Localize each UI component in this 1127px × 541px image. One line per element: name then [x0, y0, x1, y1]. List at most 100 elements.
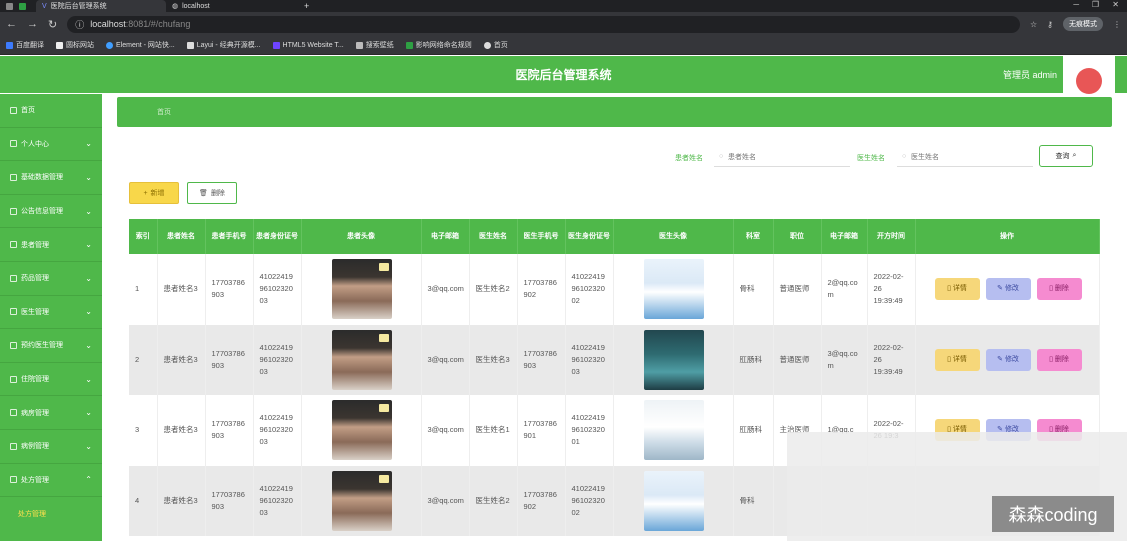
star-icon[interactable]: ☆ [1030, 20, 1037, 29]
cell-department: 骨科 [733, 254, 774, 325]
bookmark-item[interactable]: 百度翻译 [6, 40, 44, 50]
cell-doctor-name: 医生姓名2 [469, 465, 518, 536]
cell-doctor-phone: 17703786901 [517, 395, 566, 466]
url-field[interactable]: ⓘ localhost:8081/#/chufang [67, 15, 1020, 33]
doctor-name-input[interactable] [897, 149, 1033, 167]
bookmark-item[interactable]: Layui - 经典开源模... [186, 40, 261, 50]
menu-icon [10, 341, 17, 349]
key-icon[interactable]: ⚷ [1047, 20, 1053, 29]
patient-avatar-image[interactable] [332, 400, 392, 461]
add-button[interactable]: + 新增 [129, 182, 179, 204]
table-row[interactable]: 2 患者姓名3 17703786903 410224199610232003 3… [129, 324, 1100, 395]
browser-tab-inactive[interactable]: ◍ localhost [166, 0, 296, 12]
sidebar-item-wards[interactable]: 病房管理 ⌄ [0, 396, 102, 430]
cell-doctor-email: 3@qq.com [821, 324, 868, 395]
more-icon[interactable]: ⋮ [1113, 20, 1121, 29]
column-header[interactable]: 职位 [773, 219, 822, 254]
detail-button[interactable]: ▯ 详情 [934, 348, 980, 371]
chevron-down-icon: ⌄ [85, 408, 92, 418]
search-icon: ⌕ [1072, 152, 1077, 159]
doctor-avatar-image[interactable] [644, 470, 704, 531]
query-button[interactable]: 查询 ⌕ [1039, 145, 1093, 167]
column-header[interactable]: 电子邮箱 [421, 219, 470, 254]
maximize-icon[interactable]: ❐ [1092, 0, 1099, 9]
column-header[interactable]: 患者姓名 [157, 219, 206, 254]
column-header[interactable]: 电子邮箱 [821, 219, 868, 254]
sidebar-item-home[interactable]: 首页 [0, 94, 102, 128]
column-header[interactable]: 医生姓名 [469, 219, 518, 254]
back-icon[interactable]: ← [6, 18, 17, 30]
bookmark-item[interactable]: HTML5 Website T... [272, 41, 344, 49]
admin-label[interactable]: 管理员 admin [1003, 68, 1057, 81]
cell-patient-id: 410224199610232003 [253, 465, 302, 536]
bookmark-item[interactable]: Element - 网站快... [106, 40, 175, 50]
sidebar-item-prescriptions[interactable]: 处方管理 ⌃ [0, 464, 102, 498]
bookmark-item[interactable]: 首页 [483, 40, 508, 50]
cell-doctor-avatar [613, 395, 734, 466]
column-header[interactable]: 医生身份证号 [565, 219, 614, 254]
doctor-avatar-image[interactable] [644, 329, 704, 390]
sidebar-item-basic-data[interactable]: 基础数据管理 ⌄ [0, 161, 102, 195]
edit-button[interactable]: ✎ 修改 [985, 348, 1031, 371]
cell-doctor-id: 410224199610232002 [565, 254, 614, 325]
batch-delete-button[interactable]: 🗑 删除 [187, 182, 237, 204]
cell-doctor-phone: 17703786902 [517, 254, 566, 325]
cell-patient-email: 3@qq.com [421, 395, 470, 466]
close-icon[interactable]: ✕ [1112, 0, 1119, 9]
cell-prescribe-time: 2022-02-26 19:39:49 [867, 254, 916, 325]
detail-button[interactable]: ▯ 详情 [934, 278, 980, 301]
table-row[interactable]: 1 患者姓名3 17703786903 410224199610232003 3… [129, 254, 1100, 325]
menu-icon [10, 106, 17, 114]
doctor-avatar-image[interactable] [644, 259, 704, 320]
bookmark-item[interactable]: 影响网络命名规则 [405, 40, 472, 50]
forward-icon[interactable]: → [27, 18, 38, 30]
cell-doctor-id: 410224199610232001 [565, 395, 614, 466]
patient-avatar-image[interactable] [332, 259, 392, 320]
sidebar-item-inpatient[interactable]: 住院管理 ⌄ [0, 363, 102, 397]
column-header[interactable]: 索引 [129, 219, 158, 254]
sidebar-item-profile[interactable]: 个人中心 ⌄ [0, 128, 102, 162]
cell-doctor-name: 医生姓名2 [469, 254, 518, 325]
patient-avatar-image[interactable] [332, 470, 392, 531]
column-header[interactable]: 开方时间 [867, 219, 916, 254]
patient-avatar-image[interactable] [332, 329, 392, 390]
column-header[interactable]: 患者身份证号 [253, 219, 302, 254]
new-tab-button[interactable]: + [304, 1, 309, 11]
incognito-badge[interactable]: 无痕模式 [1063, 17, 1103, 31]
cell-patient-phone: 17703786903 [205, 465, 254, 536]
chevron-up-icon: ⌃ [85, 475, 92, 485]
bookmark-item[interactable]: 圆标网站 [56, 40, 94, 50]
bookmark-icon [355, 41, 363, 49]
doctor-avatar-image[interactable] [644, 400, 704, 461]
delete-button[interactable]: ▯ 删除 [1036, 278, 1082, 301]
sidebar-item-cases[interactable]: 病例管理 ⌄ [0, 430, 102, 464]
column-header[interactable]: 科室 [733, 219, 774, 254]
sidebar-item-drugs[interactable]: 药品管理 ⌄ [0, 262, 102, 296]
chevron-down-icon: ⌄ [85, 139, 92, 149]
minimize-icon[interactable]: ─ [1073, 0, 1079, 9]
column-header[interactable]: 医生头像 [613, 219, 734, 254]
browser-menu-icons[interactable] [0, 0, 36, 12]
reload-icon[interactable]: ↻ [48, 18, 57, 31]
column-header[interactable]: 患者头像 [301, 219, 422, 254]
pencil-icon: ✎ [997, 355, 1003, 363]
delete-button[interactable]: ▯ 删除 [1036, 348, 1082, 371]
app-icon [19, 2, 26, 10]
bookmark-item[interactable]: 搜索壁纸 [355, 40, 394, 50]
column-header[interactable]: 医生手机号 [517, 219, 566, 254]
avatar[interactable] [1063, 56, 1115, 94]
menu-icon [10, 173, 17, 181]
table-header-row: 索引 患者姓名 患者手机号 患者身份证号 患者头像 电子邮箱 医生姓名 医生手机… [129, 219, 1100, 254]
info-icon: ⓘ [75, 19, 85, 30]
cell-patient-name: 患者姓名3 [157, 324, 206, 395]
sidebar-item-patients[interactable]: 患者管理 ⌄ [0, 228, 102, 262]
column-header[interactable]: 患者手机号 [205, 219, 254, 254]
cell-patient-avatar [301, 254, 422, 325]
edit-button[interactable]: ✎ 修改 [985, 278, 1031, 301]
sidebar-item-appointments[interactable]: 预约医生管理 ⌄ [0, 329, 102, 363]
sidebar-subitem-prescriptions[interactable]: 处方管理 [0, 497, 102, 531]
patient-name-input[interactable] [714, 149, 850, 167]
browser-tab-active[interactable]: V 医院后台管理系统 [36, 0, 166, 12]
sidebar-item-notice[interactable]: 公告信息管理 ⌄ [0, 195, 102, 229]
sidebar-item-doctors[interactable]: 医生管理 ⌄ [0, 296, 102, 330]
